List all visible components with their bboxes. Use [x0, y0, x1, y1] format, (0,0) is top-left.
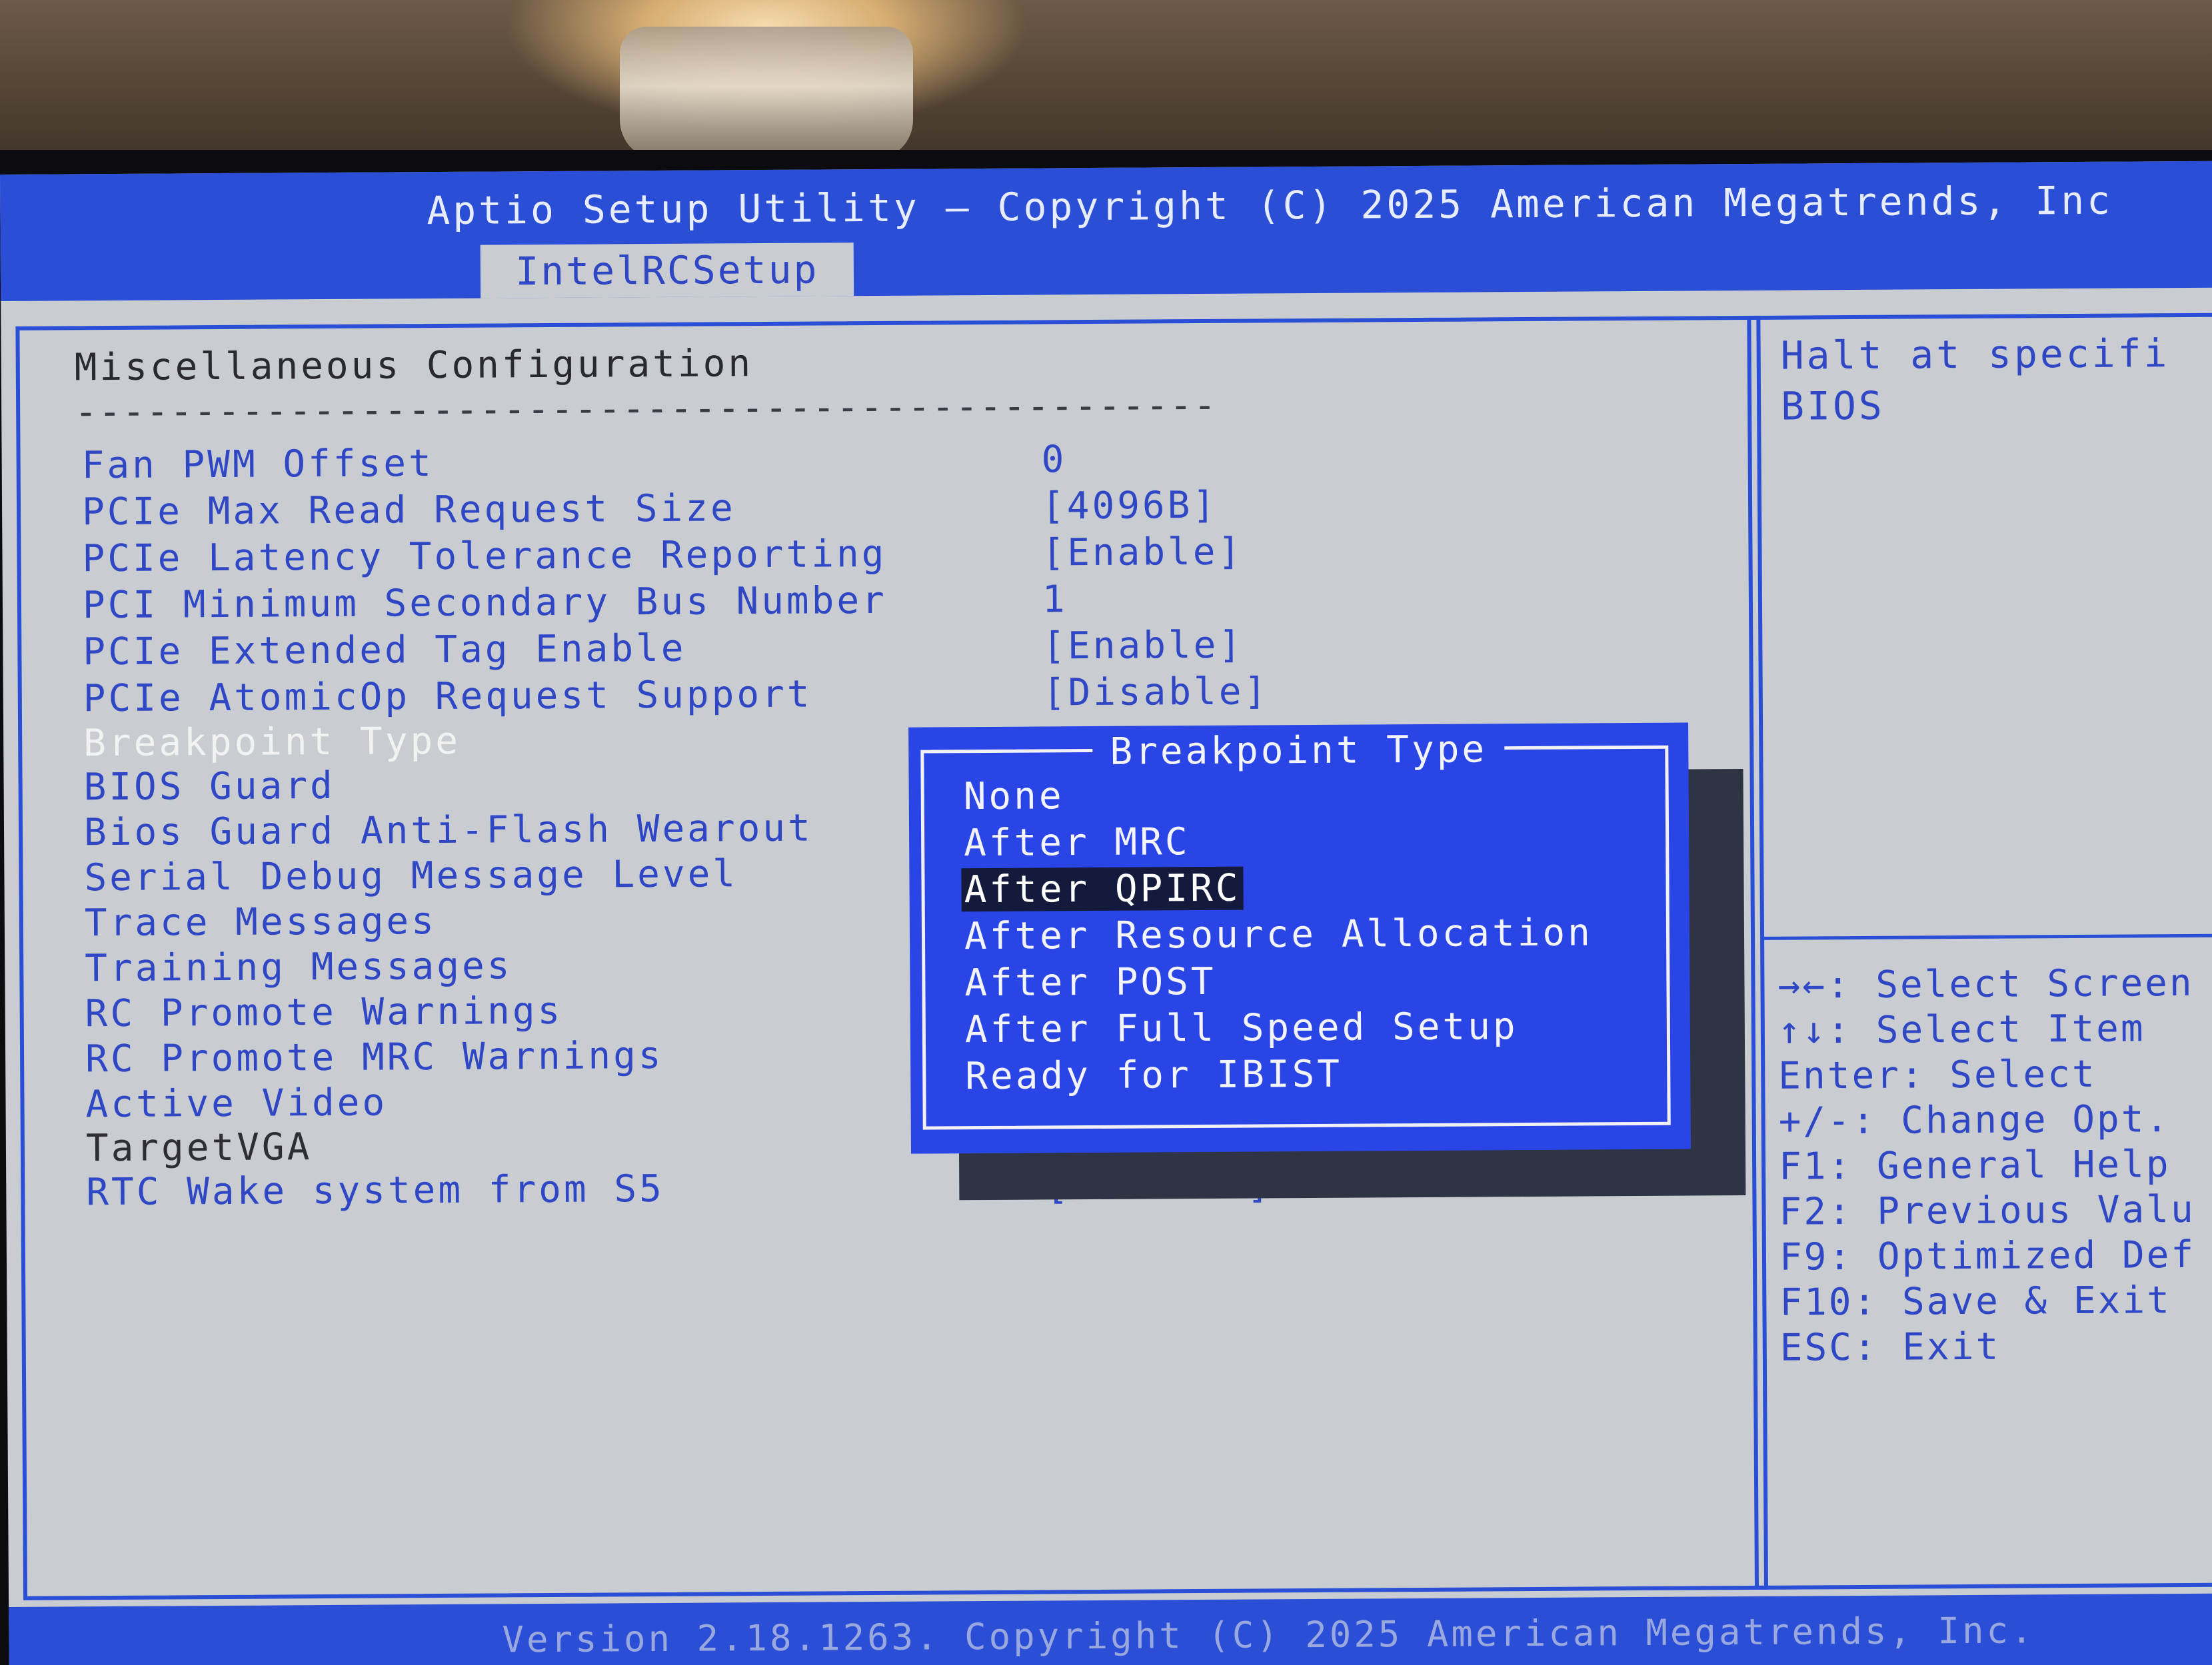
setting-label: Fan PWM Offset [81, 442, 434, 488]
setting-row[interactable]: PCI Minimum Secondary Bus Number 1 [82, 576, 1416, 628]
setting-label: PCIe Latency Tolerance Reporting [82, 532, 887, 581]
key-hint-select-item: ↑↓: Select Item [1777, 1007, 2145, 1053]
setting-label: RC Promote MRC Warnings [85, 1033, 664, 1081]
setting-label: BIOS Guard [83, 764, 335, 810]
title-underline: ----------------------------------------… [74, 383, 1218, 434]
setting-value[interactable]: [4096B] [1042, 484, 1218, 528]
setting-label: Active Video [85, 1081, 388, 1127]
setting-label: PCI Minimum Secondary Bus Number [82, 578, 888, 628]
key-hint-f9: F9: Optimized Def [1779, 1233, 2196, 1279]
setting-label: Breakpoint Type [83, 719, 461, 766]
popup-title-text: Breakpoint Type [1092, 728, 1505, 774]
setting-label: Trace Messages [84, 899, 437, 945]
setting-row[interactable]: Fan PWM Offset 0 [81, 436, 1414, 488]
help-description: Halt at specifi BIOS [1780, 330, 2170, 429]
key-hint-f2: F2: Previous Valu [1779, 1187, 2195, 1234]
popup-option-highlighted[interactable]: After QPIRC [961, 866, 1244, 912]
popup-option[interactable]: After MRC [961, 820, 1193, 865]
setting-label: Serial Debug Message Level [84, 852, 738, 900]
key-legend: →←: Select Screen ↑↓: Select Item Enter:… [1777, 961, 2196, 1371]
popup-option[interactable]: After POST [962, 960, 1219, 1005]
key-hint-f1: F1: General Help [1778, 1143, 2171, 1189]
breakpoint-type-popup: Breakpoint Type None After MRC After QPI… [908, 722, 1691, 1154]
photo-scene: Aptio Setup Utility – Copyright (C) 2025… [0, 0, 2212, 1665]
page-title: Miscellaneous Configuration [74, 342, 754, 390]
key-hint-select-screen: →←: Select Screen [1777, 961, 2194, 1007]
popup-option[interactable]: None [961, 774, 1067, 818]
setting-label: RTC Wake system from S5 [86, 1167, 664, 1215]
version-text: Version 2.18.1263. Copyright (C) 2025 Am… [502, 1609, 2035, 1661]
lamp-shade [620, 27, 913, 160]
tab-intelrcsetup[interactable]: IntelRCSetup [480, 243, 854, 298]
setting-value[interactable]: [Disable] [1043, 670, 1270, 714]
bios-screen: Aptio Setup Utility – Copyright (C) 2025… [0, 161, 2212, 1665]
setting-label: PCIe Extended Tag Enable [83, 626, 686, 674]
popup-option[interactable]: Ready for IBIST [962, 1053, 1345, 1099]
key-hint-change-opt: +/-: Change Opt. [1778, 1097, 2171, 1143]
setting-label: PCIe AtomicOp Request Support [83, 672, 812, 721]
popup-option[interactable]: After Full Speed Setup [962, 1005, 1521, 1051]
help-panel-frame [1751, 312, 2212, 1590]
setting-row[interactable]: PCIe Latency Tolerance Reporting [Enable… [82, 529, 1415, 581]
setting-value[interactable]: [Enable] [1042, 530, 1243, 575]
setting-row[interactable]: PCIe AtomicOp Request Support [Disable] [83, 669, 1416, 721]
setting-label: Training Messages [85, 944, 513, 991]
setting-label: TargetVGA [85, 1125, 313, 1171]
setting-value[interactable]: [Enable] [1042, 624, 1244, 668]
key-hint-enter: Enter: Select [1778, 1052, 2097, 1098]
popup-title: Breakpoint Type [908, 727, 1688, 775]
setting-value[interactable]: 0 [1041, 438, 1066, 481]
setting-label: Bios Guard Anti-Flash Wearout [83, 806, 813, 855]
setting-value[interactable]: 1 [1042, 578, 1068, 621]
setting-label: PCIe Max Read Request Size [81, 486, 736, 534]
app-title: Aptio Setup Utility – Copyright (C) 2025… [427, 177, 2113, 234]
setting-row[interactable]: PCIe Max Read Request Size [4096B] [81, 482, 1415, 534]
popup-option[interactable]: After Resource Allocation [962, 911, 1596, 958]
key-hint-esc: ESC: Exit [1779, 1325, 2001, 1370]
title-bar: Aptio Setup Utility – Copyright (C) 2025… [0, 161, 2212, 301]
footer-bar: Version 2.18.1263. Copyright (C) 2025 Am… [9, 1593, 2212, 1665]
key-hint-f10: F10: Save & Exit [1779, 1279, 2172, 1325]
setting-label: RC Promote Warnings [85, 989, 563, 1036]
setting-row[interactable]: PCIe Extended Tag Enable [Enable] [83, 622, 1416, 674]
